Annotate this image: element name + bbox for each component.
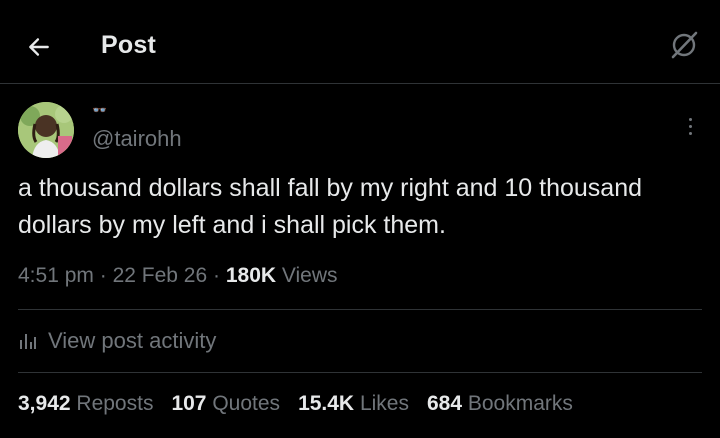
views-label: Views bbox=[281, 264, 338, 287]
more-dot-icon bbox=[688, 117, 692, 121]
meta-separator: · bbox=[213, 264, 220, 287]
arrow-left-icon bbox=[29, 38, 49, 56]
tweet-time[interactable]: 4:51 pm bbox=[18, 264, 94, 287]
grok-button[interactable] bbox=[666, 27, 702, 63]
page-title: Post bbox=[101, 31, 156, 59]
tweet-text: a thousand dollars shall fall by my righ… bbox=[18, 174, 642, 239]
reposts-count: 3,942 bbox=[18, 392, 71, 415]
likes-stat[interactable]: 15.4K Likes bbox=[298, 392, 409, 416]
back-button[interactable] bbox=[22, 30, 56, 64]
more-dot-icon bbox=[688, 131, 692, 135]
meta-separator: · bbox=[99, 264, 107, 287]
reposts-stat[interactable]: 3,942 Reposts bbox=[18, 392, 153, 416]
author-handle[interactable]: @tairohh bbox=[92, 126, 182, 152]
more-dot-icon bbox=[688, 124, 692, 128]
quotes-stat[interactable]: 107 Quotes bbox=[171, 392, 280, 416]
views-count: 180K bbox=[225, 264, 277, 287]
tweet-meta: 4:51 pm · 22 Feb 26 · 180K Views bbox=[18, 264, 338, 288]
engagement-stats: 3,942 Reposts 107 Quotes 15.4K Likes 684… bbox=[18, 392, 591, 416]
tweet-date[interactable]: 22 Feb 26 bbox=[113, 264, 208, 287]
bookmarks-count: 684 bbox=[426, 392, 463, 415]
bookmarks-label: Bookmarks bbox=[467, 392, 573, 415]
bookmarks-stat[interactable]: 684 Bookmarks bbox=[427, 392, 573, 416]
likes-count: 15.4K bbox=[298, 392, 355, 415]
avatar[interactable] bbox=[18, 102, 74, 158]
author-display-name[interactable]: 👓 bbox=[92, 104, 107, 116]
divider bbox=[18, 309, 702, 310]
quotes-count: 107 bbox=[171, 392, 207, 415]
avatar-image bbox=[18, 102, 74, 158]
more-options-button[interactable] bbox=[680, 114, 700, 138]
view-post-activity-label: View post activity bbox=[48, 328, 217, 353]
likes-label: Likes bbox=[359, 392, 409, 415]
bar-chart-icon bbox=[20, 334, 36, 349]
view-post-activity-button[interactable]: View post activity bbox=[18, 328, 216, 354]
top-bar: Post bbox=[0, 0, 720, 84]
quotes-label: Quotes bbox=[212, 392, 281, 415]
grok-icon bbox=[671, 31, 698, 59]
reposts-label: Reposts bbox=[76, 392, 154, 415]
divider bbox=[18, 372, 702, 373]
